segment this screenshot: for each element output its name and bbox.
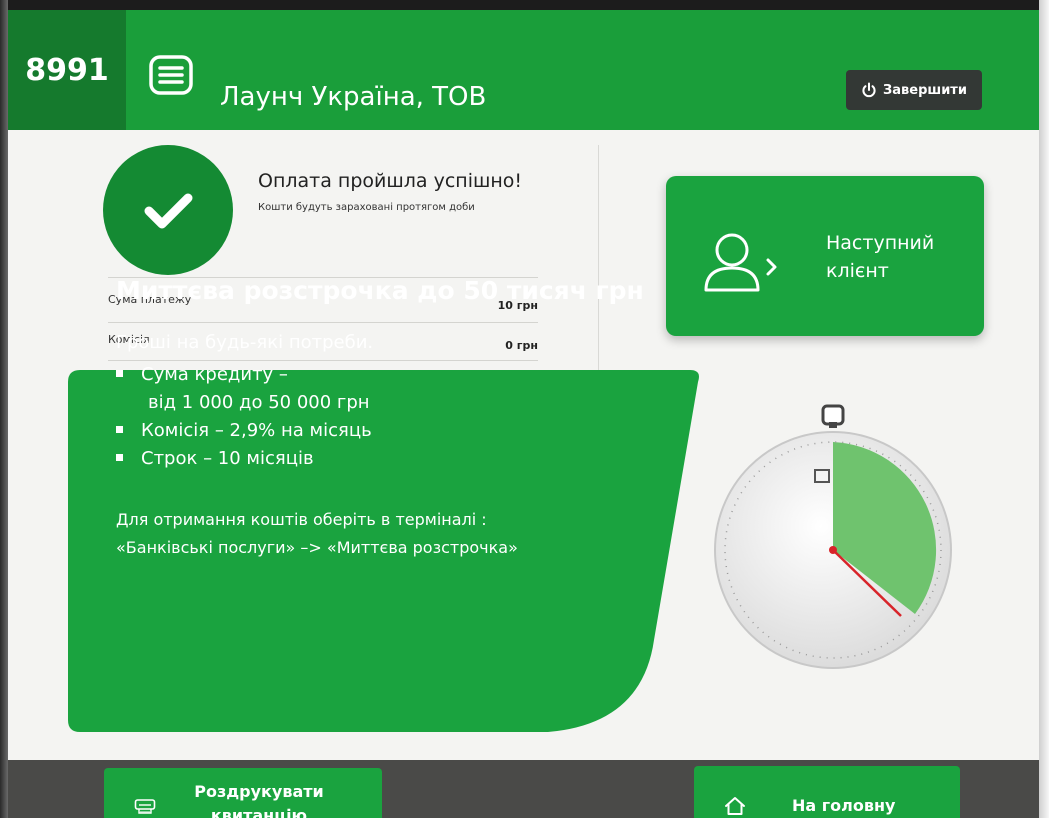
next-client-label: Наступний клієнт <box>826 232 935 282</box>
print-receipt-button[interactable]: Роздрукувати квитанцію <box>104 768 382 818</box>
promo-bullet-continuation: від 1 000 до 50 000 грн <box>148 392 370 413</box>
success-badge <box>103 145 233 275</box>
bullet-marker <box>116 425 123 433</box>
power-icon <box>862 82 876 98</box>
screen-bezel-top <box>0 0 1049 10</box>
bullet-marker <box>116 453 123 461</box>
printer-icon <box>134 799 156 814</box>
promo-note-line1: Для отримання коштів оберіть в терміналі… <box>116 510 487 529</box>
main-content: Оплата пройшла успішно! Кошти будуть зар… <box>8 130 1039 760</box>
menu-icon[interactable] <box>148 54 194 96</box>
clock-icon <box>714 404 952 669</box>
print-receipt-label: Роздрукувати квитанцію <box>194 782 324 818</box>
exit-button[interactable]: Завершити <box>846 70 982 110</box>
home-button[interactable]: На головну <box>694 766 960 818</box>
home-icon <box>725 797 745 815</box>
next-client-button[interactable]: Наступний клієнт <box>666 176 984 336</box>
checkmark-icon <box>144 193 193 229</box>
user-arrow-icon <box>704 233 777 292</box>
screen-bezel-left <box>0 0 8 818</box>
success-subtitle: Кошти будуть зараховані протягом доби <box>258 202 475 213</box>
row-divider <box>108 360 538 361</box>
merchant-name: Лаунч Україна, ТОВ <box>220 82 487 112</box>
commission-value: 0 грн <box>505 339 538 352</box>
home-button-label: На головну <box>792 796 896 815</box>
success-title: Оплата пройшла успішно! <box>258 170 523 192</box>
promo-intro: Гроші на будь-які потреби. <box>116 332 374 353</box>
bullet-marker <box>116 369 123 377</box>
section-divider <box>598 145 599 370</box>
promo-bullet: Комісія – 2,9% на місяць <box>116 420 372 441</box>
exit-button-label: Завершити <box>883 82 967 98</box>
header-bar: 8991 Лаунч Україна, ТОВ Завершити <box>8 10 1039 130</box>
promo-bullet: Сума кредиту – <box>116 364 288 385</box>
terminal-id: 8991 <box>8 10 126 130</box>
promo-note-line2: «Банківські послуги» –> «Миттєва розстро… <box>116 538 518 557</box>
footer-bar: Роздрукувати квитанцію На головну <box>8 760 1039 818</box>
row-divider <box>108 322 538 323</box>
promo-title: Миттєва розстрочка до 50 тисяч грн <box>116 276 644 305</box>
promo-bullet: Строк – 10 місяців <box>116 448 314 469</box>
timer-graphic <box>708 390 958 690</box>
